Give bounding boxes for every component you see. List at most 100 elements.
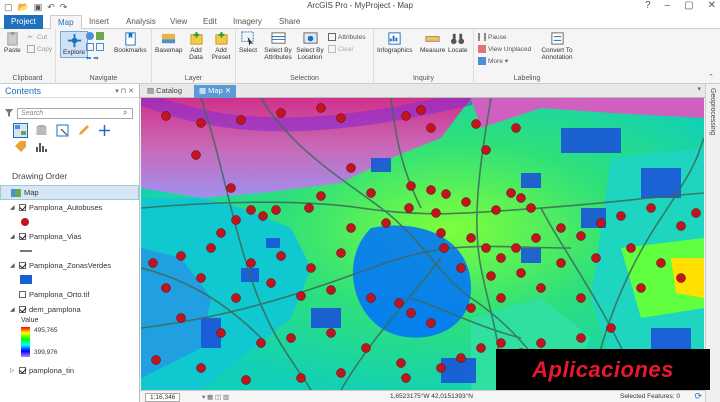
expand-icon[interactable]: ▷ [10,367,19,374]
list-by-charts-icon[interactable] [35,140,48,153]
cut-button[interactable]: ✂ Cut [27,33,47,42]
minimize-button[interactable]: – [665,0,671,11]
list-by-selection-icon[interactable] [56,124,69,137]
pause-icon [478,33,486,41]
tab-insert[interactable]: Insert [82,15,116,29]
visibility-checkbox[interactable] [19,367,26,374]
catalog-icon: ▤ [147,86,157,95]
select-by-attributes-button[interactable]: Select By Attributes [263,31,293,61]
tab-edit[interactable]: Edit [196,15,224,29]
convert-to-annotation-button[interactable]: Convert To Annotation [538,31,576,61]
visibility-checkbox[interactable] [19,204,26,211]
scale-selector[interactable]: 1:16,346 [145,393,181,402]
map-canvas[interactable] [141,98,704,390]
convert-to-annotation-icon [550,32,564,45]
tab-map-view[interactable]: ▦ Map ✕ [194,85,237,98]
pause-button[interactable]: Pause [478,33,506,41]
list-by-labeling-icon[interactable] [14,140,27,153]
basemap-icon [162,33,176,44]
list-by-drawing-order-icon[interactable] [13,123,28,138]
zoom-in-icon[interactable] [86,43,104,51]
locate-button[interactable]: Locate [448,31,468,54]
zoom-full-extent-icon[interactable] [86,32,104,40]
list-by-data-source-icon[interactable] [35,124,48,137]
copy-icon [27,45,35,53]
explore-button[interactable]: Explore [60,31,89,58]
select-by-attributes-icon [270,32,286,44]
visibility-checkbox[interactable] [19,291,26,298]
close-tab-icon[interactable]: ✕ [225,86,231,95]
clipboard-group-label: Clipboard [12,75,43,82]
collapse-icon[interactable]: ◢ [10,262,19,269]
copy-button[interactable]: Copy [27,45,52,53]
coordinates-readout: 1,6523175°W 42,0151393°N [390,393,473,400]
status-bar: 1:16,346 ▾ ▦ ◫ ▥ 1,6523175°W 42,0151393°… [140,390,705,402]
tree-item-vias[interactable]: ◢ Pamplona_Vias [0,229,139,244]
visibility-checkbox[interactable] [19,233,26,240]
select-icon [241,31,254,46]
collapse-icon[interactable]: ◢ [10,233,19,240]
tree-item-map[interactable]: Map [0,185,139,200]
navigate-group-label: Navigate [89,75,118,82]
tree-item-orto[interactable]: Pamplona_Orto.tif [0,287,139,302]
clear-button[interactable]: Clear [328,45,354,53]
measure-button[interactable]: Measure [420,31,445,54]
refresh-icon[interactable]: ⟳ [694,391,702,402]
tab-analysis[interactable]: Analysis [119,15,163,29]
add-preset-button[interactable]: Add Preset [210,31,232,61]
bookmarks-icon [125,32,136,46]
layer-group-label: Layer [184,75,203,82]
ribbon: Paste ✂ Cut Copy Clipboard Explore ⬅ ➡ Bo… [0,29,720,84]
tree-item-autobuses[interactable]: ◢ Pamplona_Autobuses [0,200,139,215]
contents-title: Contents [5,85,42,96]
maximize-button[interactable]: ▢ [684,0,693,11]
tree-item-tin[interactable]: ▷ pamplona_tin [0,363,139,378]
select-by-location-icon [302,32,318,44]
select-by-location-button[interactable]: Select By Location [296,31,324,61]
tree-item-zonasverdes[interactable]: ◢ Pamplona_ZonasVerdes [0,258,139,273]
back-forward-icon[interactable]: ⬅ ➡ [86,54,99,62]
explore-icon [67,33,81,48]
add-preset-icon [214,31,228,45]
tab-share[interactable]: Share [272,15,307,29]
view-unplaced-icon [478,45,486,53]
collapse-icon[interactable]: ◢ [10,306,19,313]
collapse-icon[interactable]: ◢ [10,204,19,211]
attributes-button[interactable]: Attributes [328,33,365,41]
select-button[interactable]: Select [239,31,257,54]
labeling-group: Pause View Unplaced More ▾ Convert To Ann… [474,29,580,84]
tree-item-dem[interactable]: ◢ dem_pamplona [0,302,139,317]
tab-imagery[interactable]: Imagery [226,15,269,29]
tab-view[interactable]: View [163,15,194,29]
visibility-checkbox[interactable] [19,306,26,313]
paste-icon [7,31,18,46]
measure-icon [425,36,440,42]
collapse-ribbon-icon[interactable]: ⌃ [708,73,714,81]
tab-catalog[interactable]: ▤ Catalog [142,85,187,98]
infographics-icon [388,32,401,45]
view-unplaced-button[interactable]: View Unplaced [478,45,531,53]
list-by-editing-icon[interactable] [77,124,90,137]
infographics-button[interactable]: Infographics [377,31,412,54]
binoculars-icon [451,33,465,45]
close-button[interactable]: ✕ [708,0,716,11]
visibility-checkbox[interactable] [19,262,26,269]
pane-options-icon[interactable]: ▾ ⊓ ✕ [115,87,134,95]
autobuses-symbol [0,215,139,229]
search-input[interactable]: Search [17,108,133,119]
basemap-button[interactable]: Basemap [155,31,182,54]
list-by-snapping-icon[interactable] [98,124,111,137]
bookmarks-button[interactable]: Bookmarks [114,31,147,54]
tab-dropdown-icon[interactable]: ▾ [697,85,701,93]
tab-map[interactable]: Map [50,15,82,29]
help-icon[interactable]: ? [645,0,651,11]
more-icon [478,57,486,65]
search-icon[interactable]: ⌕ [123,108,127,118]
filter-icon[interactable] [5,109,13,117]
tab-project[interactable]: Project [4,15,43,29]
paste-button[interactable]: Paste [4,31,21,54]
add-data-button[interactable]: Add Data [186,31,206,61]
window-title: ArcGIS Pro - MyProject - Map [307,1,413,10]
more-button[interactable]: More ▾ [478,57,508,65]
view-mode-icons[interactable]: ▾ ▦ ◫ ▥ [202,393,229,401]
